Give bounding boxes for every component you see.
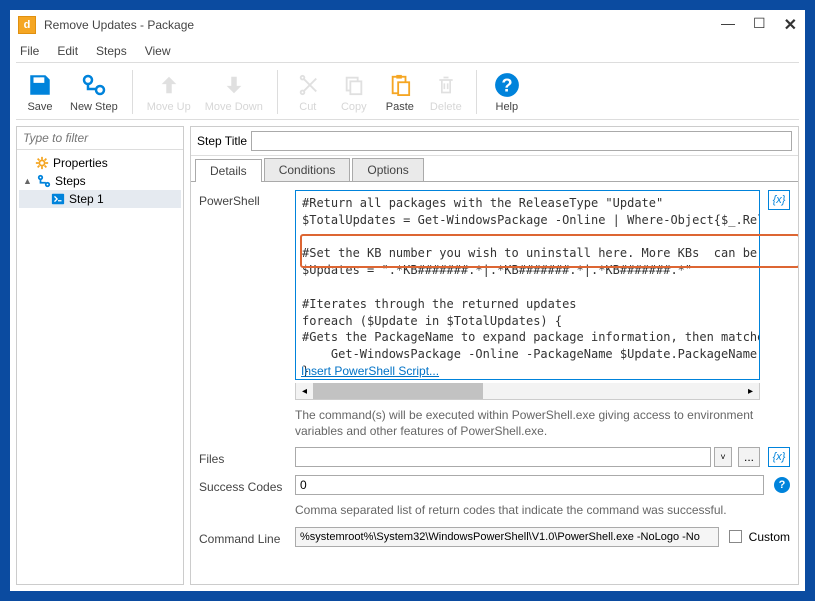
powershell-label: PowerShell [199,190,291,208]
tree-properties[interactable]: Properties [19,154,181,172]
tree: Properties ▲ Steps Step 1 [17,150,183,584]
tab-conditions[interactable]: Conditions [264,158,351,181]
variable-button-powershell[interactable]: {x} [768,190,790,210]
tabs: Details Conditions Options [191,156,798,181]
app-window: d Remove Updates - Package — ☐ ✕ File Ed… [10,10,805,591]
help-icon: ? [493,71,521,99]
scroll-right-button[interactable]: ▸ [742,383,759,399]
toolbar: Save New Step Move Up Move Down Cu [10,63,805,119]
close-button[interactable]: ✕ [784,15,797,35]
gear-icon [35,156,49,170]
success-codes-note: Comma separated list of return codes tha… [199,503,790,519]
arrow-down-icon [220,71,248,99]
success-codes-help-icon[interactable]: ? [774,477,790,493]
insert-powershell-link[interactable]: Insert PowerShell Script... [301,364,439,378]
tab-details[interactable]: Details [195,159,262,182]
tab-content-details: PowerShell Insert PowerShell Script... ◂… [191,181,798,584]
new-step-icon [80,71,108,99]
scroll-left-button[interactable]: ◂ [296,383,313,399]
save-button[interactable]: Save [20,69,60,115]
scissors-icon [294,71,322,99]
variable-button-files[interactable]: {x} [768,447,790,467]
window-title: Remove Updates - Package [44,18,194,32]
tab-options[interactable]: Options [352,158,423,181]
tree-steps[interactable]: ▲ Steps [19,172,181,190]
powershell-icon [51,192,65,206]
maximize-button[interactable]: ☐ [753,15,766,35]
left-panel: Properties ▲ Steps Step 1 [16,126,184,585]
tree-step1[interactable]: Step 1 [19,190,181,208]
step-title-input[interactable] [251,131,792,151]
svg-text:?: ? [501,75,512,96]
app-icon: d [18,16,36,34]
files-dropdown-button[interactable]: ˅ [714,447,732,467]
collapse-icon[interactable]: ▲ [23,176,33,186]
menu-view[interactable]: View [145,44,171,58]
titlebar: d Remove Updates - Package — ☐ ✕ [10,10,805,40]
step-title-label: Step Title [197,134,247,148]
copy-icon [340,71,368,99]
custom-checkbox-label: Custom [749,530,790,544]
paste-icon [386,71,414,99]
copy-button: Copy [334,69,374,115]
custom-checkbox[interactable] [729,530,742,543]
paste-button[interactable]: Paste [380,69,420,115]
save-icon [26,71,54,99]
scroll-thumb[interactable] [313,383,483,399]
menubar: File Edit Steps View [10,40,805,62]
powershell-note: The command(s) will be executed within P… [199,408,790,439]
powershell-textarea[interactable] [295,190,760,380]
success-codes-label: Success Codes [199,476,291,494]
command-line-input[interactable] [295,527,719,547]
files-input[interactable] [295,447,711,467]
files-browse-button[interactable]: ... [738,447,760,467]
h-scrollbar[interactable]: ◂ ▸ [295,383,760,400]
trash-icon [432,71,460,99]
steps-icon [37,174,51,188]
files-label: Files [199,448,291,466]
menu-file[interactable]: File [20,44,39,58]
menu-steps[interactable]: Steps [96,44,127,58]
new-step-button[interactable]: New Step [66,69,122,115]
arrow-up-icon [155,71,183,99]
right-panel: Step Title Details Conditions Options Po… [190,126,799,585]
move-down-button: Move Down [201,69,267,115]
command-line-label: Command Line [199,528,291,546]
move-up-button: Move Up [143,69,195,115]
success-codes-input[interactable] [295,475,764,495]
menu-edit[interactable]: Edit [57,44,78,58]
filter-input[interactable] [17,127,183,150]
minimize-button[interactable]: — [721,15,735,35]
delete-button: Delete [426,69,466,115]
help-button[interactable]: ? Help [487,69,527,115]
cut-button: Cut [288,69,328,115]
